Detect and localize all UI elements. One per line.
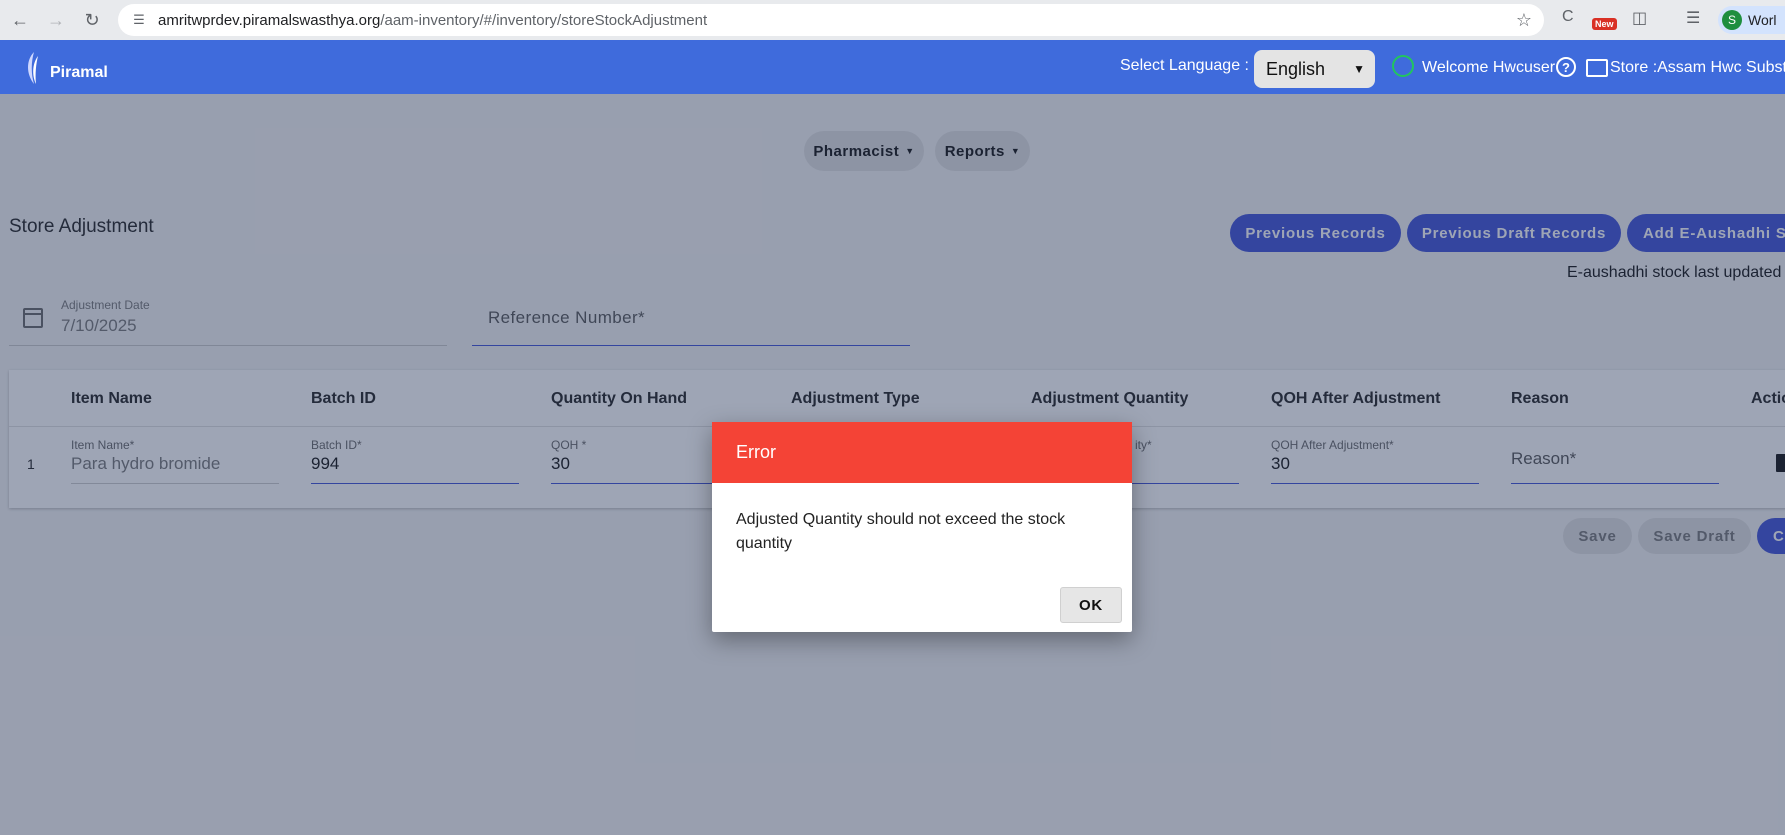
extension-c-icon[interactable]: C (1562, 8, 1574, 26)
forward-arrow-icon[interactable]: → (40, 4, 72, 36)
profile-avatar: S (1722, 10, 1742, 30)
piramal-logo: Piramal (22, 50, 108, 86)
bookmark-star-icon[interactable]: ☆ (1516, 10, 1532, 31)
reading-list-icon[interactable]: ☰ (1686, 8, 1700, 28)
browser-toolbar: ← → ↻ ☰ amritwprdev.piramalswasthya.org/… (0, 0, 1785, 40)
chevron-down-icon: ▼ (1353, 62, 1365, 76)
select-language-label: Select Language : (1120, 57, 1249, 74)
store-text: Store :Assam Hwc Substo (1610, 59, 1785, 76)
url-domain: amritwprdev.piramalswasthya.org (158, 11, 381, 29)
user-status-icon (1392, 55, 1414, 77)
store-icon (1586, 59, 1608, 77)
piramal-leaf-icon (28, 52, 38, 84)
reload-icon[interactable]: ↻ (76, 4, 108, 36)
error-dialog: Error Adjusted Quantity should not excee… (712, 422, 1132, 632)
error-dialog-title: Error (736, 442, 776, 462)
address-bar[interactable]: ☰ amritwprdev.piramalswasthya.org/aam-in… (118, 4, 1544, 36)
app-header: Piramal Select Language : English ▼ Welc… (0, 40, 1785, 94)
error-dialog-header: Error (712, 422, 1132, 483)
back-arrow-icon[interactable]: ← (4, 4, 36, 36)
puzzle-extensions-icon[interactable]: ◫ (1632, 8, 1647, 28)
language-value: English (1266, 58, 1326, 79)
url-path: /aam-inventory/#/inventory/storeStockAdj… (380, 11, 708, 29)
language-select[interactable]: English ▼ (1254, 50, 1375, 88)
new-badge: New (1592, 18, 1617, 30)
help-icon[interactable]: ? (1556, 57, 1576, 77)
welcome-text: Welcome Hwcuser (1422, 59, 1556, 76)
new-extension-icon[interactable]: New (1592, 10, 1620, 34)
logo-text: Piramal (50, 64, 108, 81)
site-settings-icon[interactable]: ☰ (130, 11, 148, 29)
error-dialog-message: Adjusted Quantity should not exceed the … (736, 511, 1066, 552)
ok-button[interactable]: OK (1060, 587, 1122, 623)
url-text: amritwprdev.piramalswasthya.org/aam-inve… (158, 12, 707, 29)
profile-label: Worl (1748, 12, 1777, 28)
profile-button[interactable]: S Worl (1718, 6, 1785, 34)
